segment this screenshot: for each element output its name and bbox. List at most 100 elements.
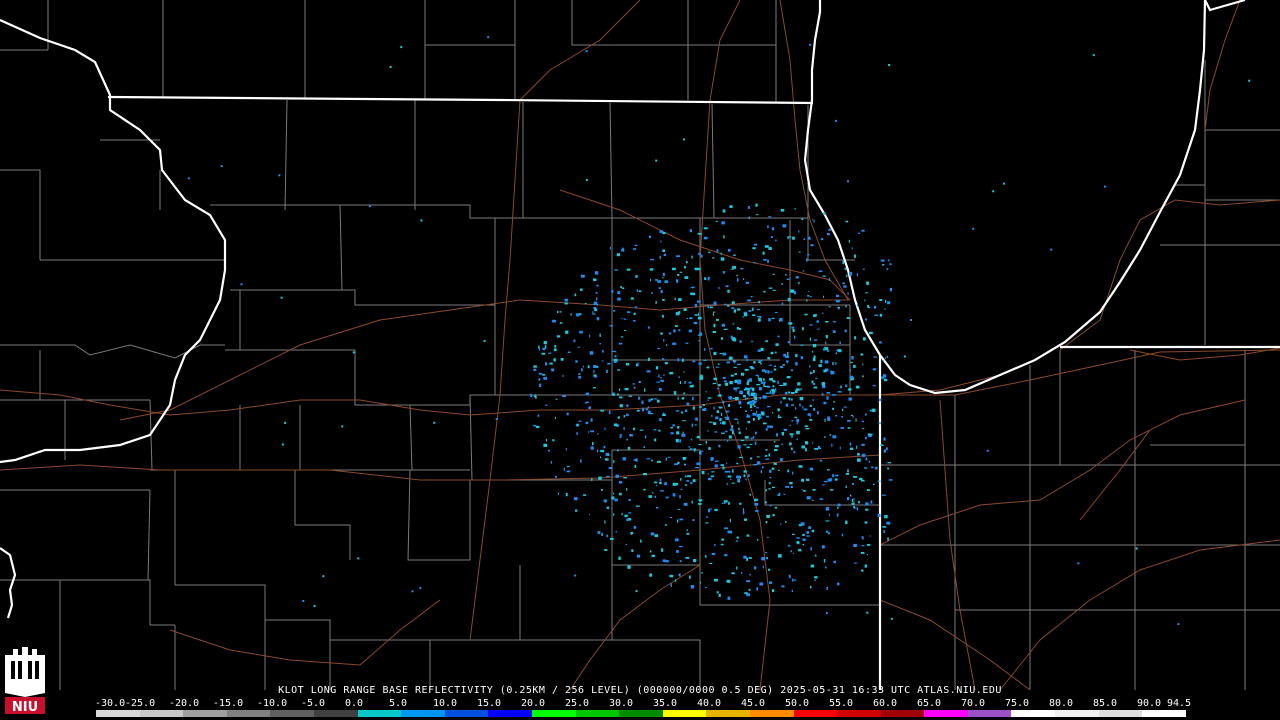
echo-pixel — [739, 456, 743, 459]
echo-pixel — [847, 427, 851, 429]
echo-pixel — [774, 449, 778, 452]
echo-pixel — [673, 391, 677, 395]
scale-swatch — [924, 710, 968, 717]
echo-pixel — [593, 387, 596, 389]
echo-pixel — [654, 495, 657, 498]
echo-pixel — [756, 587, 759, 591]
echo-pixel — [746, 446, 750, 449]
scale-label: 55.0 — [829, 698, 854, 709]
echo-pixel — [771, 392, 775, 395]
echo-pixel — [792, 552, 794, 554]
scale-swatch — [139, 710, 184, 717]
echo-pixel — [618, 481, 623, 484]
echo-pixel — [565, 330, 569, 334]
echo-pixel — [761, 412, 765, 416]
echo-pixel — [614, 498, 618, 502]
echo-pixel — [758, 318, 761, 322]
echo-pixel — [867, 433, 871, 436]
echo-pixel — [791, 589, 793, 593]
echo-pixel — [737, 421, 739, 425]
echo-pixel — [733, 366, 737, 368]
echo-pixel — [809, 337, 812, 341]
echo-pixel — [736, 462, 739, 465]
echo-pixel — [755, 431, 757, 435]
echo-pixel — [565, 492, 568, 497]
echo-pixel — [679, 560, 682, 563]
echo-pixel — [865, 413, 867, 416]
color-scale-labels: -30.0 -25.0 -20.0 -15.0 -10.0 -5.0 0.0 5.0 10.0 1… — [95, 698, 1195, 709]
echo-pixel — [809, 418, 813, 421]
echo-pixel — [992, 190, 995, 193]
echo-pixel — [823, 480, 828, 483]
echo-pixel — [575, 360, 578, 363]
scale-label: 75.0 — [1005, 698, 1030, 709]
echo-pixel — [772, 514, 775, 517]
echo-pixel — [611, 496, 615, 500]
echo-pixel — [827, 417, 831, 421]
echo-pixel — [792, 328, 795, 332]
echo-pixel — [873, 305, 877, 309]
echo-pixel — [797, 382, 801, 386]
echo-pixel — [842, 282, 845, 284]
echo-pixel — [823, 295, 824, 298]
echo-pixel — [801, 445, 806, 449]
echo-pixel — [742, 316, 745, 318]
echo-pixel — [661, 548, 664, 552]
echo-pixel — [775, 239, 777, 242]
echo-pixel — [838, 349, 842, 353]
echo-pixel — [828, 513, 830, 516]
echo-pixel — [777, 408, 780, 412]
echo-pixel — [728, 248, 731, 252]
echo-pixel — [750, 409, 753, 411]
echo-pixel — [684, 475, 687, 478]
echo-pixel — [806, 535, 810, 537]
scale-label: 35.0 — [653, 698, 678, 709]
echo-pixel — [865, 318, 868, 321]
echo-pixel — [698, 503, 702, 505]
echo-pixel — [701, 470, 705, 475]
echo-pixel — [728, 356, 733, 360]
echo-pixel — [746, 413, 749, 416]
echo-pixel — [798, 548, 802, 552]
scale-label: 45.0 — [741, 698, 766, 709]
echo-pixel — [704, 555, 707, 558]
echo-pixel — [739, 340, 742, 343]
echo-pixel — [855, 418, 857, 422]
echo-pixel — [848, 397, 852, 401]
echo-pixel — [837, 503, 841, 507]
echo-pixel — [689, 317, 693, 320]
scale-swatch — [488, 710, 532, 717]
echo-pixel — [650, 398, 653, 401]
echo-pixel — [777, 416, 782, 419]
echo-pixel — [810, 585, 812, 589]
echo-pixel — [707, 430, 709, 432]
echo-pixel — [718, 286, 720, 289]
echo-pixel — [808, 526, 811, 529]
echo-pixel — [746, 397, 749, 400]
scale-swatch — [96, 710, 140, 717]
echo-pixel — [624, 330, 627, 331]
echo-pixel — [834, 119, 837, 122]
echo-pixel — [730, 268, 734, 270]
echo-pixel — [720, 543, 724, 546]
echo-pixel — [873, 356, 877, 358]
echo-pixel — [805, 428, 810, 430]
echo-pixel — [813, 355, 816, 358]
echo-pixel — [795, 276, 799, 279]
echo-pixel — [716, 410, 719, 413]
echo-pixel — [711, 552, 716, 556]
echo-pixel — [593, 365, 597, 368]
echo-pixel — [733, 309, 737, 313]
echo-pixel — [553, 348, 557, 352]
echo-pixel — [612, 350, 617, 353]
echo-pixel — [888, 259, 890, 262]
echo-pixel — [832, 394, 836, 396]
echo-pixel — [882, 526, 887, 528]
echo-pixel — [857, 232, 860, 234]
echo-pixel — [690, 481, 693, 484]
echo-pixel — [634, 244, 638, 246]
echo-pixel — [570, 313, 572, 316]
echo-pixel — [660, 379, 664, 382]
echo-pixel — [564, 298, 568, 302]
echo-pixel — [810, 296, 812, 298]
